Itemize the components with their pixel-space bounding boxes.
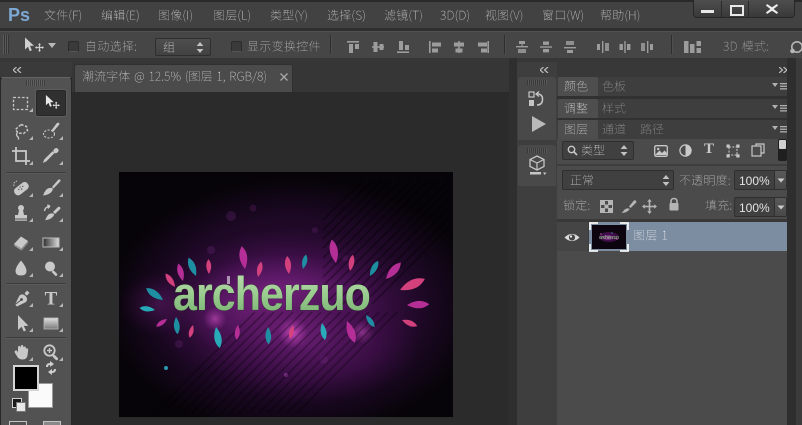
svg-text:archerzuo: archerzuo <box>173 267 370 320</box>
svg-text:T: T <box>45 289 58 309</box>
